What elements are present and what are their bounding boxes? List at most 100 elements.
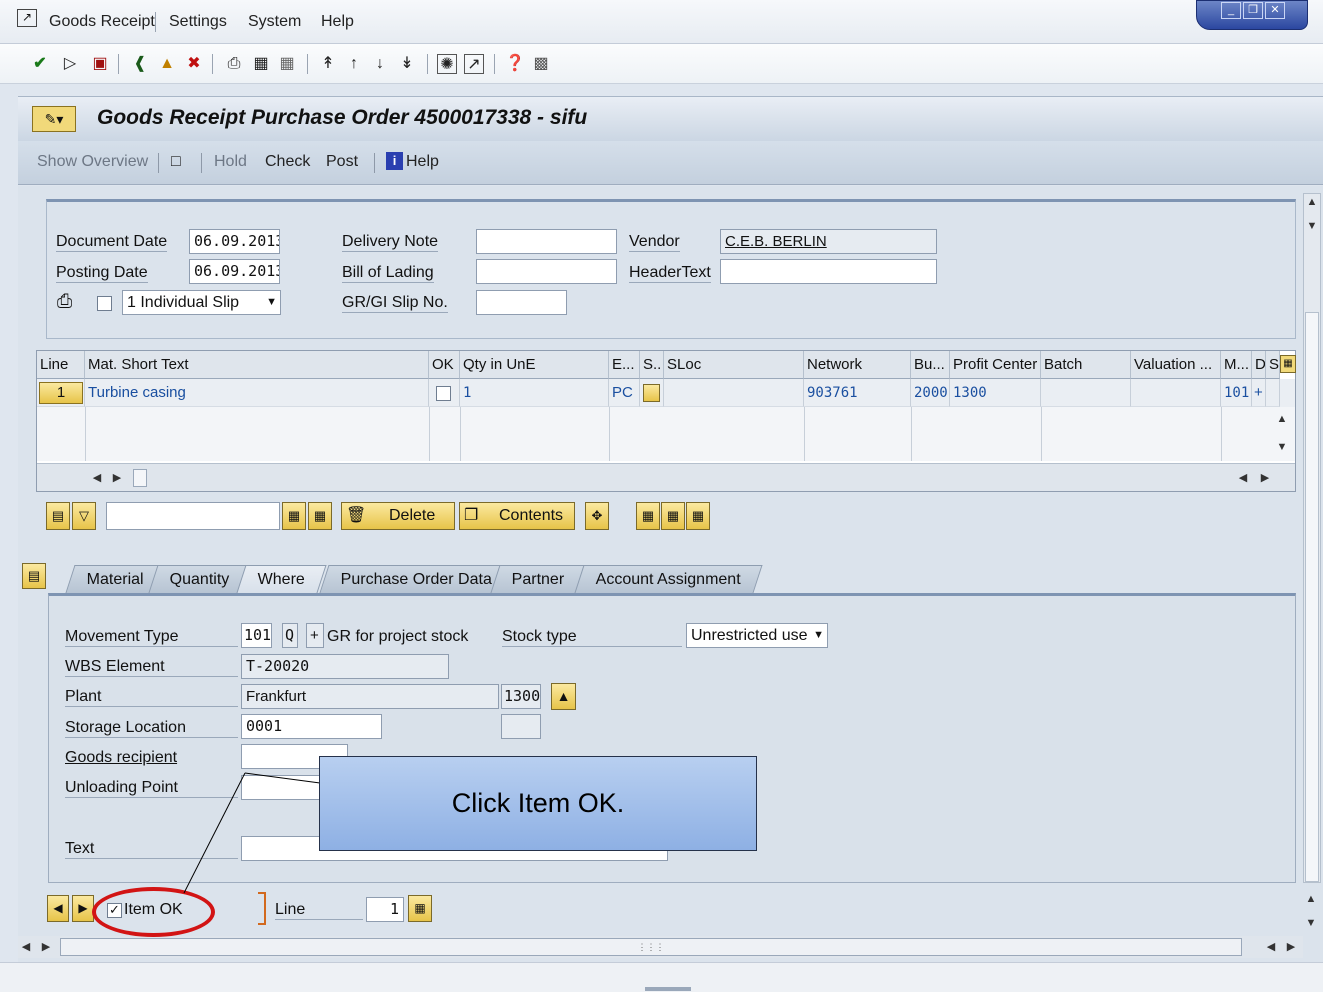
next-item-icon[interactable]: ▶ bbox=[72, 895, 94, 922]
insert-row-icon[interactable]: ▦ bbox=[661, 502, 685, 530]
stock-type-dropdown[interactable]: Unrestricted use ▼ bbox=[686, 623, 828, 648]
check-button[interactable]: Check bbox=[265, 153, 310, 171]
tab-partner[interactable]: Partner bbox=[490, 565, 587, 593]
last-page-icon[interactable]: ↡ bbox=[397, 54, 417, 74]
col-s[interactable]: S bbox=[1266, 351, 1280, 379]
tab-purchase-order-data[interactable]: Purchase Order Data bbox=[319, 565, 514, 593]
header-text-field[interactable] bbox=[720, 259, 937, 284]
post-button[interactable]: Post bbox=[326, 153, 358, 171]
col-bu[interactable]: Bu... bbox=[911, 351, 950, 379]
col-mat-short-text[interactable]: Mat. Short Text bbox=[85, 351, 429, 379]
main-horizontal-scrollbar[interactable]: ◀ ▶ ⋮⋮⋮ ◀ ▶ bbox=[18, 936, 1303, 958]
detail-icon[interactable]: ▦ bbox=[636, 502, 660, 530]
save-icon[interactable]: ▣ bbox=[90, 54, 110, 74]
line-number-field[interactable]: 1 bbox=[366, 897, 404, 922]
collapse-detail-icon[interactable]: ▤ bbox=[22, 563, 46, 589]
document-date-field[interactable]: 06.09.2013 bbox=[189, 229, 280, 254]
main-vertical-scrollbar[interactable]: ▲ ▼ bbox=[1303, 193, 1321, 883]
grid-horizontal-scrollbar[interactable]: ◀ ▶ ◀ ▶ bbox=[37, 463, 1295, 491]
scroll-right-icon[interactable]: ▶ bbox=[1283, 940, 1299, 953]
grid-scroll-down-icon[interactable]: ▼ bbox=[1274, 441, 1290, 453]
scroll-right-icon[interactable]: ▶ bbox=[109, 471, 125, 484]
first-page-icon[interactable]: ↟ bbox=[318, 54, 338, 74]
grid-find-next-icon[interactable]: ▦ bbox=[308, 502, 332, 530]
help-icon[interactable]: ❓ bbox=[505, 54, 525, 74]
movement-type-field[interactable]: 101 bbox=[241, 623, 272, 648]
row-qty[interactable]: 1 bbox=[460, 379, 609, 407]
col-profit-center[interactable]: Profit Center bbox=[950, 351, 1041, 379]
delivery-note-field[interactable] bbox=[476, 229, 617, 254]
contents-button[interactable]: ❐ Contents bbox=[459, 502, 575, 530]
scroll-right-icon[interactable]: ▶ bbox=[1257, 471, 1273, 484]
col-qty[interactable]: Qty in UnE bbox=[460, 351, 609, 379]
next-page-icon[interactable]: ↓ bbox=[370, 54, 390, 74]
row-profit-center[interactable]: 1300 bbox=[950, 379, 1041, 407]
col-mvt[interactable]: M... bbox=[1221, 351, 1252, 379]
menu-settings[interactable]: Settings bbox=[169, 13, 227, 31]
slip-type-dropdown[interactable]: 1 Individual Slip ▼ bbox=[122, 290, 281, 315]
go-to-line-icon[interactable]: ▦ bbox=[408, 895, 432, 922]
status-bar-handle[interactable] bbox=[645, 987, 691, 991]
command-field-icon[interactable]: ▷ bbox=[60, 54, 80, 74]
cancel-icon[interactable]: ✖ bbox=[184, 54, 204, 74]
exit-icon[interactable]: ▲ bbox=[157, 54, 177, 74]
row-mat-short-text[interactable]: Turbine casing bbox=[85, 379, 429, 407]
select-all-icon[interactable]: ▤ bbox=[46, 502, 70, 530]
layout-menu-icon[interactable]: ▩ bbox=[531, 54, 551, 74]
close-window-icon[interactable]: ✕ bbox=[1265, 2, 1285, 19]
scroll-left-icon[interactable]: ◀ bbox=[1263, 940, 1279, 953]
row-d[interactable]: + bbox=[1252, 379, 1266, 407]
row-ok-checkbox[interactable] bbox=[436, 386, 451, 401]
info-icon[interactable]: i bbox=[386, 152, 403, 170]
row-bu[interactable]: 2000 bbox=[911, 379, 950, 407]
col-status[interactable]: S.. bbox=[640, 351, 664, 379]
row-unit[interactable]: PC bbox=[609, 379, 640, 407]
help-button[interactable]: Help bbox=[406, 153, 439, 171]
col-valuation[interactable]: Valuation ... bbox=[1131, 351, 1221, 379]
minimize-icon[interactable]: _ bbox=[1221, 2, 1241, 19]
expand-icon[interactable]: ✥ bbox=[585, 502, 609, 530]
new-session-icon[interactable]: ✺ bbox=[437, 54, 457, 74]
print-checkbox[interactable] bbox=[97, 296, 112, 311]
storage-location-field[interactable]: 0001 bbox=[241, 714, 382, 739]
scroll-right-icon[interactable]: ▶ bbox=[38, 940, 54, 953]
scroll-left-icon[interactable]: ◀ bbox=[1235, 471, 1251, 484]
transaction-menu-icon[interactable]: ✎▾ bbox=[32, 106, 76, 132]
split-icon[interactable]: ▦ bbox=[686, 502, 710, 530]
row-network[interactable]: 903761 bbox=[804, 379, 911, 407]
tab-quantity[interactable]: Quantity bbox=[148, 565, 252, 593]
scroll-thumb[interactable] bbox=[1305, 312, 1319, 882]
col-ok[interactable]: OK bbox=[429, 351, 460, 379]
restore-icon[interactable]: ❐ bbox=[1243, 2, 1263, 19]
scroll-left-icon[interactable]: ◀ bbox=[18, 940, 34, 953]
goods-recipient-label[interactable]: Goods recipient bbox=[65, 749, 177, 767]
enter-icon[interactable]: ✔ bbox=[30, 54, 50, 74]
scroll-up-icon[interactable]: ▲ bbox=[1303, 893, 1319, 905]
tab-where[interactable]: Where bbox=[236, 565, 327, 593]
row-s[interactable] bbox=[1266, 379, 1280, 407]
col-d[interactable]: D bbox=[1252, 351, 1266, 379]
menu-toggle-icon[interactable]: ↗ bbox=[17, 9, 37, 27]
bill-of-lading-field[interactable] bbox=[476, 259, 617, 284]
find-next-icon[interactable]: ▦ bbox=[277, 54, 297, 74]
previous-item-icon[interactable]: ◀ bbox=[47, 895, 69, 922]
hold-button[interactable]: Hold bbox=[214, 153, 247, 171]
plant-address-icon[interactable]: ▲ bbox=[551, 683, 576, 710]
gr-gi-slip-field[interactable] bbox=[476, 290, 567, 315]
col-sloc[interactable]: SLoc bbox=[664, 351, 804, 379]
row-line-number[interactable]: 1 bbox=[39, 382, 83, 404]
row-status-icon[interactable] bbox=[643, 384, 660, 402]
menu-goods-receipt[interactable]: Goods Receipt bbox=[49, 13, 155, 31]
back-icon[interactable]: ❰ bbox=[130, 54, 150, 74]
new-document-icon[interactable]: □ bbox=[171, 153, 181, 171]
horizontal-scroll-thumb[interactable]: ⋮⋮⋮ bbox=[60, 938, 1242, 956]
row-valuation[interactable] bbox=[1131, 379, 1221, 407]
row-sloc[interactable] bbox=[664, 379, 804, 407]
scroll-down-icon[interactable]: ▼ bbox=[1303, 917, 1319, 929]
find-icon[interactable]: ▦ bbox=[251, 54, 271, 74]
shortcut-icon[interactable]: ↗ bbox=[464, 54, 484, 74]
grid-search-input[interactable] bbox=[106, 502, 280, 530]
posting-date-field[interactable]: 06.09.2013 bbox=[189, 259, 280, 284]
show-overview-button[interactable]: Show Overview bbox=[37, 153, 148, 171]
col-batch[interactable]: Batch bbox=[1041, 351, 1131, 379]
